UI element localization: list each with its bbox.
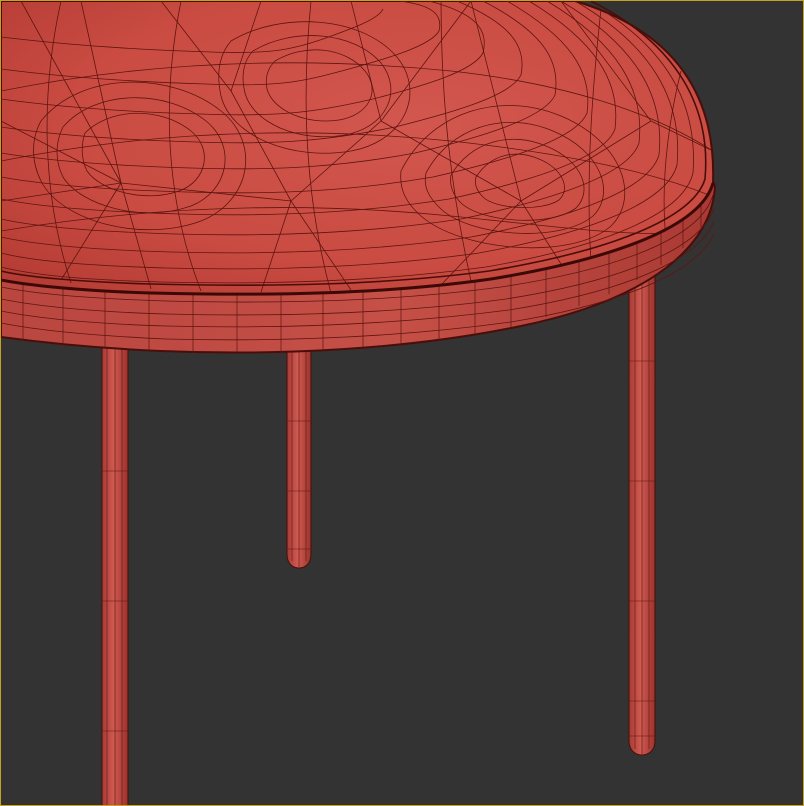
table-leg-right (628, 250, 656, 756)
tabletop-surface (1, 1, 715, 296)
table-leg-back (286, 340, 312, 569)
scene-canvas[interactable] (1, 1, 804, 806)
table-leg-left (101, 340, 129, 805)
viewport[interactable] (0, 0, 804, 806)
